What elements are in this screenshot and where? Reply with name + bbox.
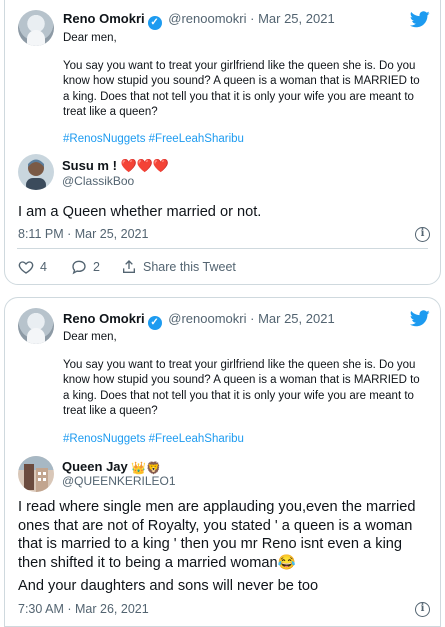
separator-dot: ·	[250, 311, 255, 326]
action-bar: 4 2 Share this Tweet	[18, 257, 428, 277]
separator-dot: ·	[67, 227, 72, 241]
quoted-author-avatar[interactable]	[18, 308, 54, 344]
quoted-hashtags[interactable]: #RenosNuggets #FreeLeahSharibu	[63, 132, 244, 147]
reply-bubble-icon	[72, 260, 86, 275]
share-label: Share this Tweet	[143, 260, 236, 274]
tweet-card-2[interactable]: Reno Omokri ✓ @renoomokri · Mar 25, 2021 …	[4, 297, 441, 627]
reply-time: 7:30 AM	[18, 602, 64, 616]
share-icon	[123, 260, 135, 273]
separator-dot: ·	[250, 11, 255, 26]
reply-author-handle[interactable]: @ClassikBoo	[62, 174, 134, 189]
reply-date: Mar 25, 2021	[74, 227, 149, 241]
quoted-tweet[interactable]: Reno Omokri ✓ @renoomokri · Mar 25, 2021 …	[5, 0, 440, 149]
verified-badge-icon: ✓	[147, 316, 162, 330]
quoted-author-name[interactable]: Reno Omokri	[63, 11, 145, 26]
quoted-tweet-date[interactable]: Mar 25, 2021	[258, 311, 335, 326]
quoted-tweet-date[interactable]: Mar 25, 2021	[258, 11, 335, 26]
twitter-bird-icon[interactable]	[410, 11, 430, 28]
quoted-tweet-header: Reno Omokri ✓ @renoomokri · Mar 25, 2021	[63, 310, 428, 330]
quoted-tweet-header: Reno Omokri ✓ @renoomokri · Mar 25, 2021	[63, 10, 428, 30]
quoted-hashtags[interactable]: #RenosNuggets #FreeLeahSharibu	[63, 432, 244, 447]
quoted-greeting: Dear men,	[63, 32, 117, 44]
reply-author-name-text: Queen Jay	[62, 459, 128, 474]
reply-timestamp[interactable]: 7:30 AM · Mar 26, 2021	[18, 602, 149, 616]
quoted-tweet[interactable]: Reno Omokri ✓ @renoomokri · Mar 25, 2021 …	[5, 298, 440, 460]
info-icon[interactable]: i	[415, 227, 430, 242]
quoted-tweet-body: You say you want to treat your girlfrien…	[63, 60, 420, 118]
reply-date: Mar 26, 2021	[75, 602, 149, 616]
reply-text: I am a Queen whether married or not.	[18, 204, 262, 220]
share-button[interactable]: Share this Tweet	[121, 257, 236, 277]
quoted-tweet-body: You say you want to treat your girlfrien…	[63, 359, 420, 417]
heart-icon: ❤️❤️❤️	[120, 158, 170, 173]
reply-author-name[interactable]: Susu m ! ❤️❤️❤️	[62, 158, 169, 174]
quoted-author-name[interactable]: Reno Omokri	[63, 311, 145, 326]
separator-dot: ·	[67, 602, 72, 616]
crown-lion-icon: 👑🦁	[131, 461, 162, 475]
reply-text-line-2: And your daughters and sons will never b…	[18, 578, 319, 594]
like-button[interactable]: 4	[18, 257, 47, 277]
divider	[17, 248, 428, 249]
reply-button[interactable]: 2	[71, 257, 100, 277]
reply-count: 2	[93, 260, 100, 274]
info-icon[interactable]: i	[415, 602, 430, 617]
reply-author-handle[interactable]: @QUEENKERILEO1	[62, 474, 176, 489]
reply-time: 8:11 PM	[18, 227, 64, 241]
reply-text: I read where single men are applauding y…	[18, 499, 416, 571]
verified-badge-icon: ✓	[147, 16, 162, 30]
quoted-author-avatar[interactable]	[18, 10, 54, 46]
reply-author-name-text: Susu m !	[62, 158, 117, 173]
like-count: 4	[40, 260, 47, 274]
reply-author-avatar[interactable]	[18, 456, 54, 492]
twitter-bird-icon[interactable]	[410, 310, 430, 327]
heart-icon	[18, 261, 34, 274]
reply-author-avatar[interactable]	[18, 154, 54, 190]
quoted-author-handle[interactable]: @renoomokri	[168, 311, 246, 326]
quoted-greeting: Dear men,	[63, 331, 117, 343]
quoted-author-handle[interactable]: @renoomokri	[168, 11, 246, 26]
reply-timestamp[interactable]: 8:11 PM · Mar 25, 2021	[18, 227, 148, 241]
tweet-card-1[interactable]: Reno Omokri ✓ @renoomokri · Mar 25, 2021 …	[4, 0, 441, 285]
